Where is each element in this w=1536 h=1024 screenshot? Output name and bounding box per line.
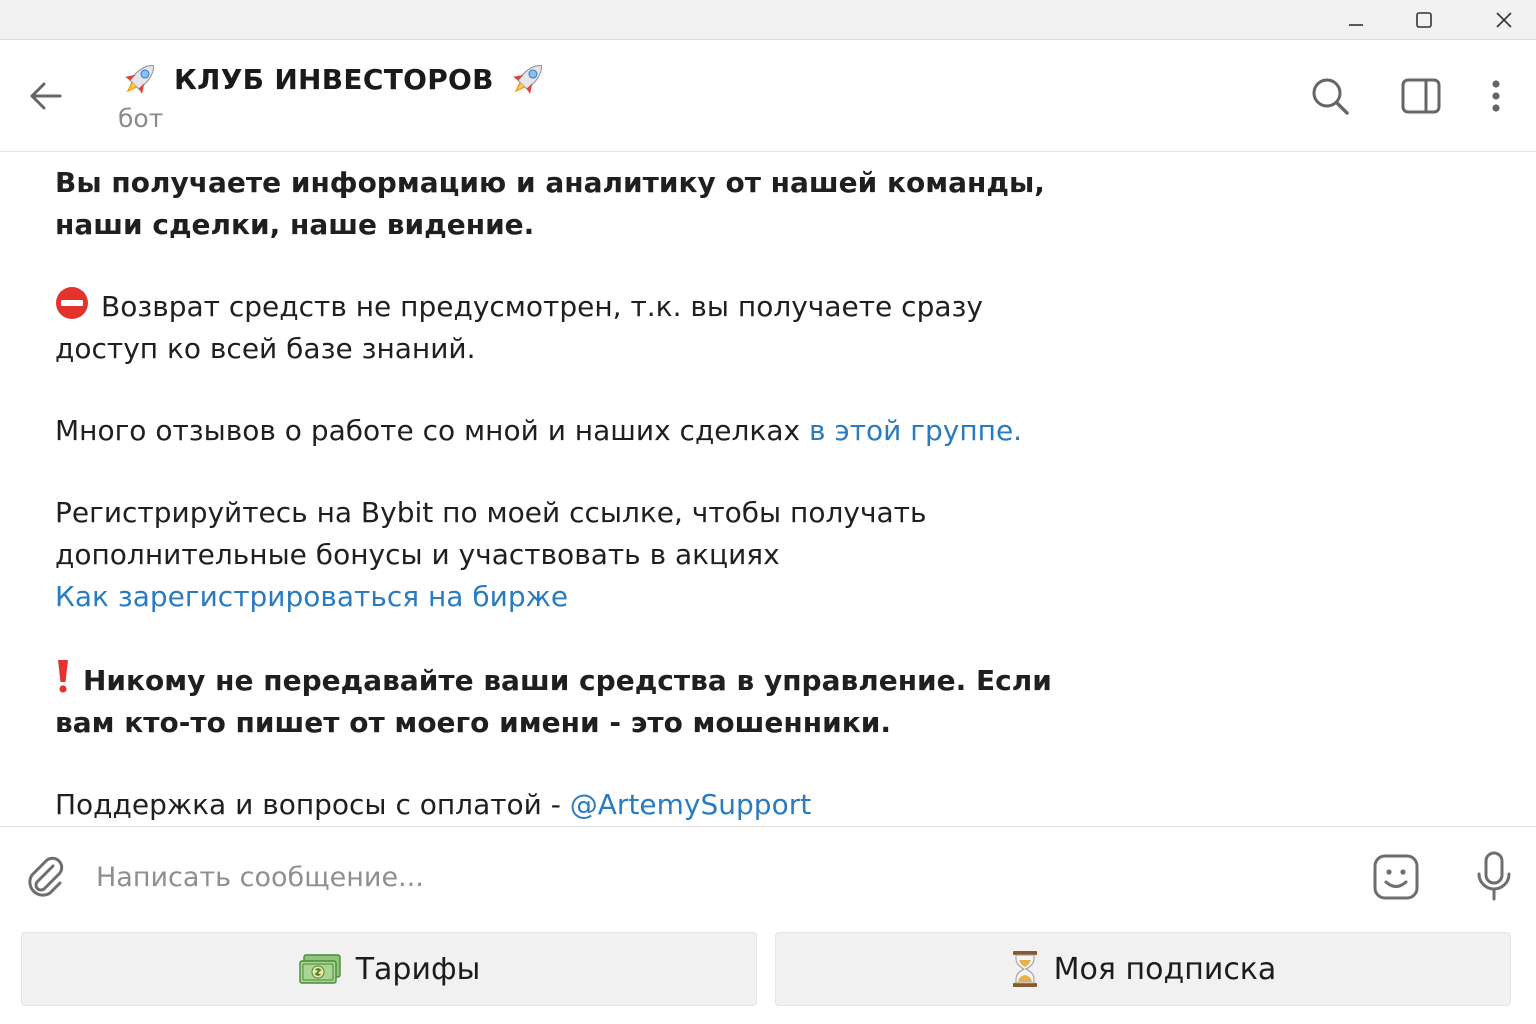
bot-keyboard: Тарифы Моя подписка xyxy=(0,926,1536,1024)
rocket-icon xyxy=(125,65,154,94)
sidebar-panel-icon xyxy=(1401,78,1441,114)
chat-title-text: КЛУБ ИНВЕСТОРОВ xyxy=(174,62,494,96)
message-paragraph: Возврат средств не предусмотрен, т.к. вы… xyxy=(55,286,1065,370)
close-icon xyxy=(1496,12,1512,28)
message-paragraph: Никому не передавайте ваши средства в уп… xyxy=(55,658,1065,744)
voice-message-button[interactable] xyxy=(1466,847,1522,907)
tariffs-button[interactable]: Тарифы xyxy=(21,932,757,1006)
tariffs-label: Тарифы xyxy=(355,951,481,987)
message-bubble: Вы получаете информацию и аналитику от н… xyxy=(55,162,1065,826)
more-vertical-icon xyxy=(1492,80,1500,112)
maximize-icon xyxy=(1416,12,1432,28)
window-titlebar xyxy=(0,0,1536,40)
minimize-button[interactable] xyxy=(1320,0,1392,40)
more-options-button[interactable] xyxy=(1470,70,1522,122)
telegram-window: КЛУБ ИНВЕСТОРОВ бот Вы получаете информа… xyxy=(0,0,1536,1024)
rocket-icon xyxy=(512,65,542,94)
my-subscription-button[interactable]: Моя подписка xyxy=(775,932,1511,1006)
chat-subtitle: бот xyxy=(118,104,164,133)
message-input[interactable] xyxy=(96,853,1336,901)
message-text: Много отзывов о работе со мной и наших с… xyxy=(55,414,809,447)
maximize-button[interactable] xyxy=(1388,0,1460,40)
money-bills-icon xyxy=(299,954,341,984)
arrow-left-icon xyxy=(30,82,62,110)
search-icon xyxy=(1312,78,1349,115)
no-entry-icon xyxy=(56,287,88,319)
emoji-button[interactable] xyxy=(1368,849,1424,905)
search-button[interactable] xyxy=(1304,70,1356,122)
my-subscription-label: Моя подписка xyxy=(1053,951,1277,987)
registration-guide-link[interactable]: Как зарегистрироваться на бирже xyxy=(55,580,568,613)
paperclip-icon xyxy=(28,856,64,897)
attach-button[interactable] xyxy=(18,849,74,905)
exclamation-icon xyxy=(58,660,68,693)
support-username-link[interactable]: @ArtemySupport xyxy=(570,788,811,821)
message-paragraph: Вы получаете информацию и аналитику от н… xyxy=(55,166,1045,241)
microphone-icon xyxy=(1477,851,1511,901)
message-composer xyxy=(0,826,1536,926)
message-paragraph: Поддержка и вопросы с оплатой - @ArtemyS… xyxy=(55,784,1065,826)
close-button[interactable] xyxy=(1468,0,1536,40)
hourglass-icon xyxy=(1012,951,1037,987)
minimize-icon xyxy=(1349,24,1363,26)
message-text: Регистрируйтесь на Bybit по моей ссылке,… xyxy=(55,496,927,571)
message-list[interactable]: Вы получаете информацию и аналитику от н… xyxy=(0,152,1536,826)
back-button[interactable] xyxy=(20,70,72,122)
smiley-icon xyxy=(1373,854,1419,900)
message-paragraph: Много отзывов о работе со мной и наших с… xyxy=(55,410,1065,452)
message-text: Поддержка и вопросы с оплатой - xyxy=(55,788,570,821)
message-text: Возврат средств не предусмотрен, т.к. вы… xyxy=(55,290,983,365)
message-text: Никому не передавайте ваши средства в уп… xyxy=(55,664,1052,739)
side-panel-button[interactable] xyxy=(1395,70,1447,122)
message-paragraph: Регистрируйтесь на Bybit по моей ссылке,… xyxy=(55,492,1065,618)
reviews-group-link[interactable]: в этой группе. xyxy=(809,414,1022,447)
chat-header: КЛУБ ИНВЕСТОРОВ бот xyxy=(0,40,1536,152)
chat-title[interactable]: КЛУБ ИНВЕСТОРОВ xyxy=(118,56,550,102)
